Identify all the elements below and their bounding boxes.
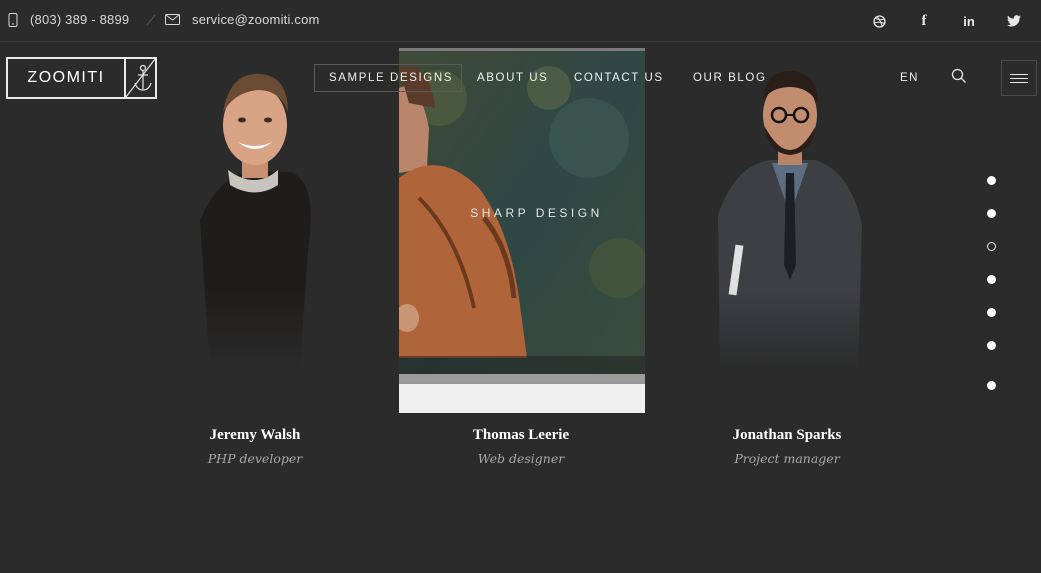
separator-slash	[146, 14, 156, 26]
phone-contact[interactable]: (803) 389 - 8899	[8, 12, 129, 27]
nav-our-blog[interactable]: OUR BLOG	[693, 72, 767, 84]
pager-dot[interactable]	[987, 341, 996, 350]
menu-bar	[1010, 77, 1028, 79]
search-icon	[951, 68, 966, 83]
pager-dot[interactable]	[987, 209, 996, 218]
member-role: Project manager	[734, 451, 840, 466]
linkedin-link[interactable]: in	[959, 11, 979, 31]
member-photo-jonathan[interactable]	[710, 55, 870, 370]
logo-wordmark: ZOOMITI	[8, 59, 126, 97]
member-photo-thomas[interactable]	[399, 48, 645, 413]
twitter-link[interactable]	[1004, 11, 1024, 31]
anchor-icon	[125, 58, 156, 98]
email-address: service@zoomiti.com	[192, 12, 320, 27]
twitter-icon	[1007, 15, 1021, 27]
search-button[interactable]	[951, 68, 969, 86]
facebook-link[interactable]: f	[914, 11, 934, 31]
nav-contact-us[interactable]: CONTACT US	[574, 72, 664, 84]
menu-bar	[1010, 73, 1028, 75]
member-name: Jonathan Sparks	[732, 427, 842, 443]
portrait-image	[710, 55, 870, 370]
portrait-image	[180, 50, 330, 370]
member-name: Thomas Leerie	[472, 427, 570, 443]
member-name: Jeremy Walsh	[209, 427, 301, 443]
pager-dot[interactable]	[987, 275, 996, 284]
hamburger-menu-button[interactable]	[1001, 60, 1037, 96]
card-overlay-title: SHARP DESIGN	[470, 206, 603, 220]
phone-number: (803) 389 - 8899	[30, 12, 130, 27]
pager-dot[interactable]	[987, 381, 996, 390]
nav-sample-designs[interactable]: SAMPLE DESIGNS	[329, 72, 453, 84]
phone-icon	[8, 12, 18, 27]
linkedin-icon: in	[963, 13, 975, 29]
member-photo-jeremy[interactable]	[180, 50, 330, 370]
pager-dot[interactable]	[987, 176, 996, 185]
nav-about-us[interactable]: ABOUT US	[477, 72, 548, 84]
menu-bar	[1010, 81, 1028, 83]
email-contact[interactable]: service@zoomiti.com	[165, 12, 320, 27]
mail-icon	[165, 14, 180, 25]
dribbble-link[interactable]	[869, 11, 889, 31]
language-selector[interactable]: EN	[900, 72, 919, 84]
facebook-icon: f	[921, 12, 927, 29]
pager-dot[interactable]	[987, 308, 996, 317]
member-role: Web designer	[477, 451, 565, 466]
member-role: PHP developer	[207, 451, 303, 466]
pager-dot[interactable]	[987, 242, 996, 251]
dribbble-icon	[872, 14, 886, 28]
portrait-image	[399, 48, 645, 413]
top-bar: (803) 389 - 8899 service@zoomiti.com f i…	[0, 0, 1041, 42]
site-logo[interactable]: ZOOMITI	[6, 57, 157, 99]
